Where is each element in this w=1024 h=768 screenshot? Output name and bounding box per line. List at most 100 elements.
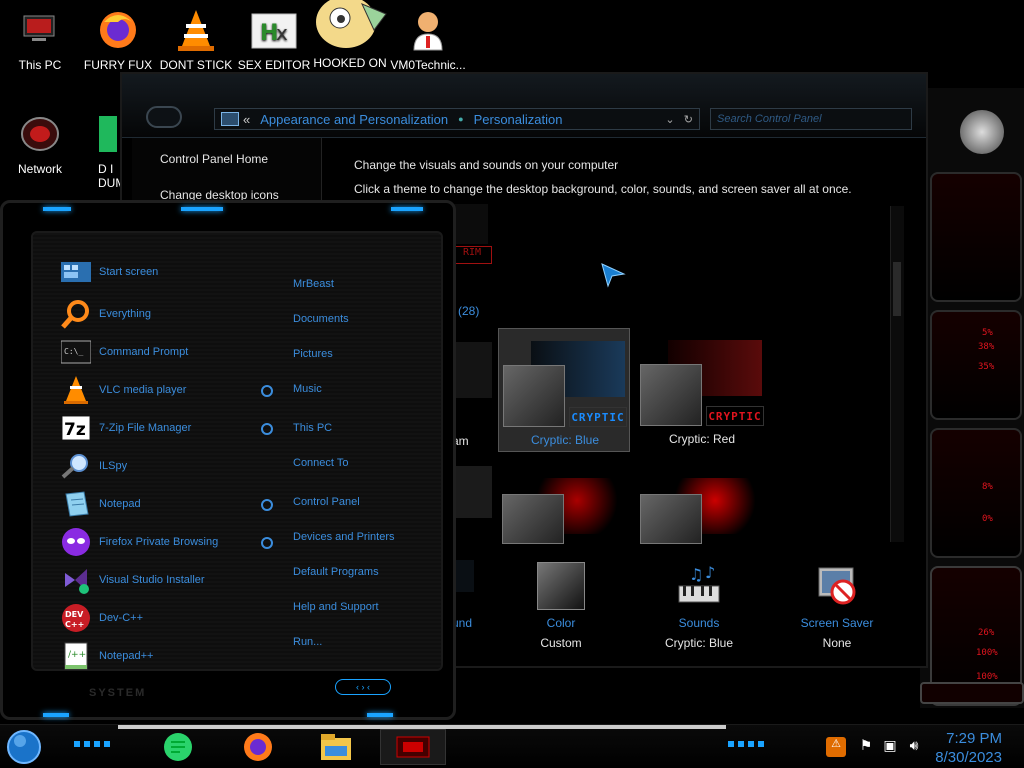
command-prompt-icon: C:\_ (61, 337, 91, 367)
theme-brand-label: CRYPTIC (569, 407, 627, 427)
green-document-icon (92, 112, 120, 156)
flag-icon[interactable]: ⚑ (856, 737, 876, 757)
search-control-panel-input[interactable]: Search Control Panel (710, 108, 912, 130)
firefox-icon (244, 733, 272, 761)
address-bar[interactable]: « Appearance and Personalization ● Perso… (214, 108, 700, 130)
system-clock[interactable]: 7:29 PM 8/30/2023 (935, 729, 1002, 767)
start-link-control-panel[interactable]: Control Panel (293, 496, 360, 508)
vlc-icon (61, 375, 91, 405)
control-panel-titlebar: « Appearance and Personalization ● Perso… (122, 74, 926, 138)
start-orb-icon (7, 730, 41, 764)
start-link-music[interactable]: Music (293, 383, 322, 395)
volume-icon[interactable]: 🔊︎ (904, 737, 924, 757)
network-icon (16, 112, 64, 156)
control-panel-app-icon (396, 736, 430, 758)
hex-editor-icon: Hx (250, 8, 298, 52)
theme-count-label: (28) (458, 304, 480, 318)
desktop-icon-sex-editor[interactable]: Hx SEX EDITOR (234, 8, 314, 72)
ilspy-icon (61, 451, 91, 481)
taskbar-firefox[interactable] (240, 729, 276, 765)
partial-theme-brand: RIM (452, 246, 492, 264)
scrollbar-thumb[interactable] (893, 262, 901, 316)
network-tray-icon[interactable]: ▣ (880, 737, 900, 757)
desktop-icon-vm0technic[interactable]: VM0Technic... (388, 8, 468, 72)
svg-text:C++: C++ (65, 620, 84, 629)
program-notepad-plus-plus[interactable]: /++ Notepad++ (61, 639, 153, 673)
theme-settings-bar: und Color Custom ♫ ♪ Sounds Cryptic: Blue… (448, 560, 904, 650)
taskbar: ⚠ ⚑ ▣ 🔊︎ 7:29 PM 8/30/2023 (0, 724, 1024, 768)
notepad-plus-plus-icon: /++ (61, 641, 91, 671)
clock-date: 8/30/2023 (935, 749, 1002, 766)
7zip-icon: 7z (61, 413, 91, 443)
start-link-help-and-support[interactable]: Help and Support (293, 601, 379, 613)
svg-text:♪: ♪ (705, 563, 715, 582)
notepad-icon (61, 489, 91, 519)
mouse-cursor-icon (600, 262, 626, 288)
back-forward-nav-button[interactable] (146, 106, 182, 128)
power-options-arrows-button[interactable]: ‹ › ‹ (335, 679, 391, 695)
theme-brand-label: CRYPTIC (706, 406, 764, 426)
address-dropdown-icon[interactable]: ⌄ ↻ (665, 113, 693, 126)
control-panel-pc-icon (221, 112, 239, 126)
theme-tile-cryptic-red[interactable]: CRYPTIC Cryptic: Red (636, 328, 768, 452)
sidebar-link-control-panel-home[interactable]: Control Panel Home (160, 152, 268, 166)
taskbar-notes-app[interactable] (160, 729, 196, 765)
taskbar-file-explorer[interactable] (318, 729, 354, 765)
desktop-icon-this-pc[interactable]: This PC (0, 8, 80, 72)
bonjour-icon[interactable]: ⚠ (826, 737, 846, 757)
everything-search-icon (61, 299, 91, 329)
svg-text:C:\_: C:\_ (64, 347, 83, 356)
theme-tile[interactable] (636, 466, 768, 546)
desktop-icon-hooked-on[interactable]: HOOKED ON (310, 0, 390, 70)
start-link-connect-to[interactable]: Connect To (293, 457, 348, 469)
sounds-setting[interactable]: ♫ ♪ Sounds Cryptic: Blue (644, 562, 754, 650)
breadcrumb-appearance[interactable]: Appearance and Personalization (260, 112, 448, 127)
doctor-avatar-icon (404, 8, 452, 52)
start-link-default-programs[interactable]: Default Programs (293, 566, 379, 578)
firefox-icon (94, 8, 142, 52)
program-everything[interactable]: Everything (61, 297, 151, 331)
start-link-documents[interactable]: Documents (293, 313, 349, 325)
program-7zip[interactable]: 7z 7-Zip File Manager (61, 411, 191, 445)
svg-text:/++: /++ (68, 650, 86, 660)
svg-text:7z: 7z (64, 420, 86, 440)
theme-gallery: RIM (28) am CRYPTIC Cryptic: Blue CRYPTI… (448, 204, 904, 544)
address-back-chevrons[interactable]: « (243, 112, 250, 127)
desktop-icon-furry-fux[interactable]: FURRY FUX (78, 8, 158, 72)
breadcrumb-personalization[interactable]: Personalization (474, 112, 563, 127)
desktop-icon-d-dum[interactable]: D I DUM (78, 112, 120, 190)
start-link-this-pc[interactable]: This PC (293, 422, 332, 434)
theme-tile[interactable] (498, 466, 630, 546)
screen-saver-icon (813, 562, 861, 610)
theme-tile-cryptic-blue[interactable]: CRYPTIC Cryptic: Blue (498, 328, 630, 452)
theme-name: Cryptic: Blue (530, 433, 600, 447)
theme-gallery-scrollbar[interactable] (890, 206, 904, 542)
firefox-private-icon (61, 527, 91, 557)
desktop-icon-network[interactable]: Network (0, 112, 80, 176)
program-start-screen[interactable]: Start screen (61, 255, 158, 289)
program-dev-cpp[interactable]: DEV C++ Dev-C++ (61, 601, 143, 635)
program-firefox-private[interactable]: Firefox Private Browsing (61, 525, 218, 559)
program-visual-studio-installer[interactable]: Visual Studio Installer (61, 563, 205, 597)
start-link-mrbeast[interactable]: MrBeast (293, 278, 334, 290)
start-link-devices-and-printers[interactable]: Devices and Printers (293, 531, 395, 543)
submenu-dot-icon (261, 499, 273, 511)
notes-app-icon (164, 733, 192, 761)
theme-name: Cryptic: Red (668, 432, 736, 446)
visual-studio-installer-icon (61, 565, 91, 595)
submenu-dot-icon (261, 385, 273, 397)
alien-logo-icon (960, 110, 1004, 154)
color-setting[interactable]: Color Custom (506, 562, 616, 650)
program-ilspy[interactable]: ILSpy (61, 449, 127, 483)
desktop-icon-dont-stick[interactable]: DONT STICK (156, 8, 236, 72)
start-orb-button[interactable] (6, 729, 42, 765)
screen-saver-setting[interactable]: Screen Saver None (782, 562, 892, 650)
submenu-dot-icon (261, 537, 273, 549)
program-notepad[interactable]: Notepad (61, 487, 141, 521)
program-command-prompt[interactable]: C:\_ Command Prompt (61, 335, 188, 369)
taskbar-control-panel[interactable] (380, 729, 446, 765)
color-swatch-icon (537, 562, 585, 610)
program-vlc[interactable]: VLC media player (61, 373, 186, 407)
start-link-pictures[interactable]: Pictures (293, 348, 333, 360)
start-link-run[interactable]: Run... (293, 636, 322, 648)
